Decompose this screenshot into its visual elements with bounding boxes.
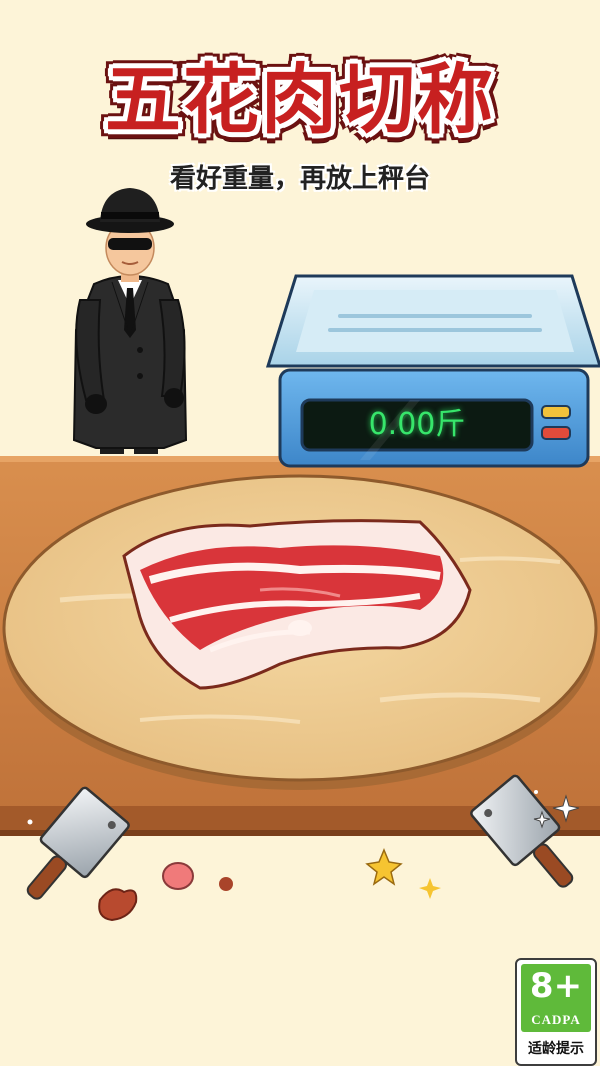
scale-weight-readout: 0.00斤 [368,407,466,442]
game-title: 五花肉切称 [105,55,495,144]
man-in-black-character [72,188,188,454]
age-rating-value: 8+ [529,966,583,1006]
age-rating-badge: 8+ CADPA 适龄提示 [515,958,597,1066]
meat-scraps [98,862,233,922]
rating-org-label: CADPA [531,1012,581,1027]
age-tip-label: 适龄提示 [528,1041,584,1057]
game-subtitle: 看好重量，再放上秤台 [169,164,430,194]
